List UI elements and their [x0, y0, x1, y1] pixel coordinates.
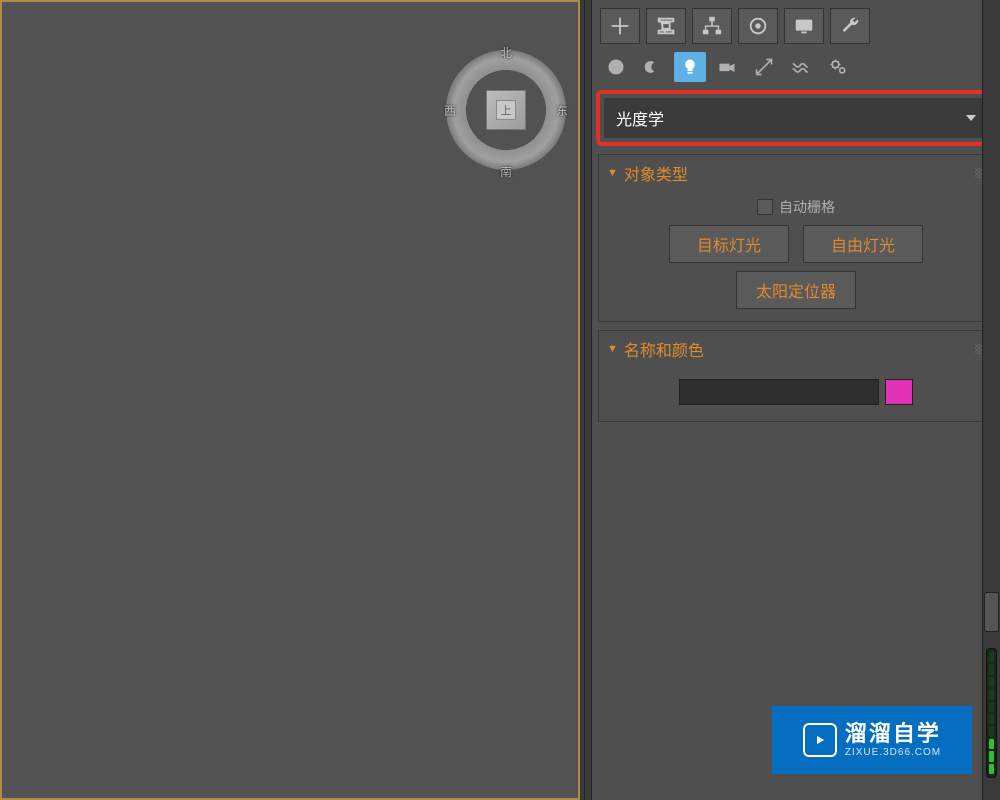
dropdown-label: 光度学 — [616, 106, 664, 130]
helper-icon — [754, 57, 774, 77]
wrench-icon — [839, 15, 861, 37]
hierarchy-tab[interactable] — [692, 8, 732, 44]
subcategory-highlight: 光度学 — [596, 90, 996, 146]
bulb-icon — [680, 57, 700, 77]
rollout-name-color: ▼ 名称和颜色 — [598, 330, 994, 422]
viewcube[interactable]: 上 北 南 西 东 — [446, 50, 566, 170]
object-color-swatch[interactable] — [885, 379, 913, 405]
level-meter — [986, 648, 997, 778]
panel-divider[interactable] — [584, 0, 592, 800]
autogrid-checkbox[interactable] — [757, 199, 773, 215]
create-tab[interactable] — [600, 8, 640, 44]
display-icon — [793, 15, 815, 37]
rollout-header-object-type[interactable]: ▼ 对象类型 — [599, 155, 993, 191]
side-scroll-strip — [982, 0, 1000, 800]
viewcube-face[interactable]: 上 — [496, 100, 516, 120]
helpers-category[interactable] — [748, 52, 780, 82]
play-icon — [803, 723, 837, 757]
shapes-category[interactable] — [637, 52, 669, 82]
rollout-header-name-color[interactable]: ▼ 名称和颜色 — [599, 331, 993, 367]
target-light-button[interactable]: 目标灯光 — [669, 225, 789, 263]
utilities-tab[interactable] — [830, 8, 870, 44]
command-panel-tabs — [598, 4, 994, 50]
shapes-icon — [643, 57, 663, 77]
rollout-body-name-color — [599, 367, 993, 421]
sphere-icon — [606, 57, 626, 77]
rollout-body-object-type: 自动栅格 目标灯光 自由灯光 太阳定位器 — [599, 191, 993, 321]
watermark-badge: 溜溜自学 ZIXUE.3D66.COM — [772, 706, 972, 774]
cameras-category[interactable] — [711, 52, 743, 82]
watermark-subtitle: ZIXUE.3D66.COM — [845, 747, 941, 758]
collapse-triangle-icon: ▼ — [607, 343, 618, 355]
rollout-title: 名称和颜色 — [624, 337, 704, 361]
motion-icon — [747, 15, 769, 37]
geometry-category[interactable] — [600, 52, 632, 82]
display-tab[interactable] — [784, 8, 824, 44]
viewcube-cube[interactable]: 上 — [486, 90, 526, 130]
free-light-button[interactable]: 自由灯光 — [803, 225, 923, 263]
direction-south[interactable]: 南 — [500, 163, 512, 180]
modify-tab[interactable] — [646, 8, 686, 44]
subcategory-dropdown[interactable]: 光度学 — [604, 98, 988, 138]
lights-category[interactable] — [674, 52, 706, 82]
rollout-title: 对象类型 — [624, 161, 688, 185]
wave-icon — [791, 57, 811, 77]
systems-category[interactable] — [822, 52, 854, 82]
direction-east[interactable]: 东 — [556, 102, 568, 119]
command-panel: 光度学 ▼ 对象类型 自动栅格 目标灯光 自由灯光 — [592, 0, 1000, 800]
plus-icon — [609, 15, 631, 37]
spacewarps-category[interactable] — [785, 52, 817, 82]
collapse-triangle-icon: ▼ — [607, 167, 618, 179]
watermark-title: 溜溜自学 — [845, 722, 941, 746]
direction-north[interactable]: 北 — [500, 44, 512, 61]
create-categories — [598, 50, 994, 86]
gear-icon — [828, 57, 848, 77]
scroll-handle[interactable] — [984, 592, 999, 632]
motion-tab[interactable] — [738, 8, 778, 44]
chevron-down-icon — [966, 115, 976, 121]
viewport-area: 上 北 南 西 东 — [0, 0, 584, 800]
modify-icon — [655, 15, 677, 37]
autogrid-label: 自动栅格 — [779, 197, 835, 217]
autogrid-row: 自动栅格 — [757, 197, 835, 217]
rollout-object-type: ▼ 对象类型 自动栅格 目标灯光 自由灯光 太阳定位器 — [598, 154, 994, 322]
direction-west[interactable]: 西 — [444, 102, 456, 119]
sun-positioner-button[interactable]: 太阳定位器 — [736, 271, 856, 309]
hierarchy-icon — [701, 15, 723, 37]
camera-icon — [717, 57, 737, 77]
object-name-input[interactable] — [679, 379, 879, 405]
